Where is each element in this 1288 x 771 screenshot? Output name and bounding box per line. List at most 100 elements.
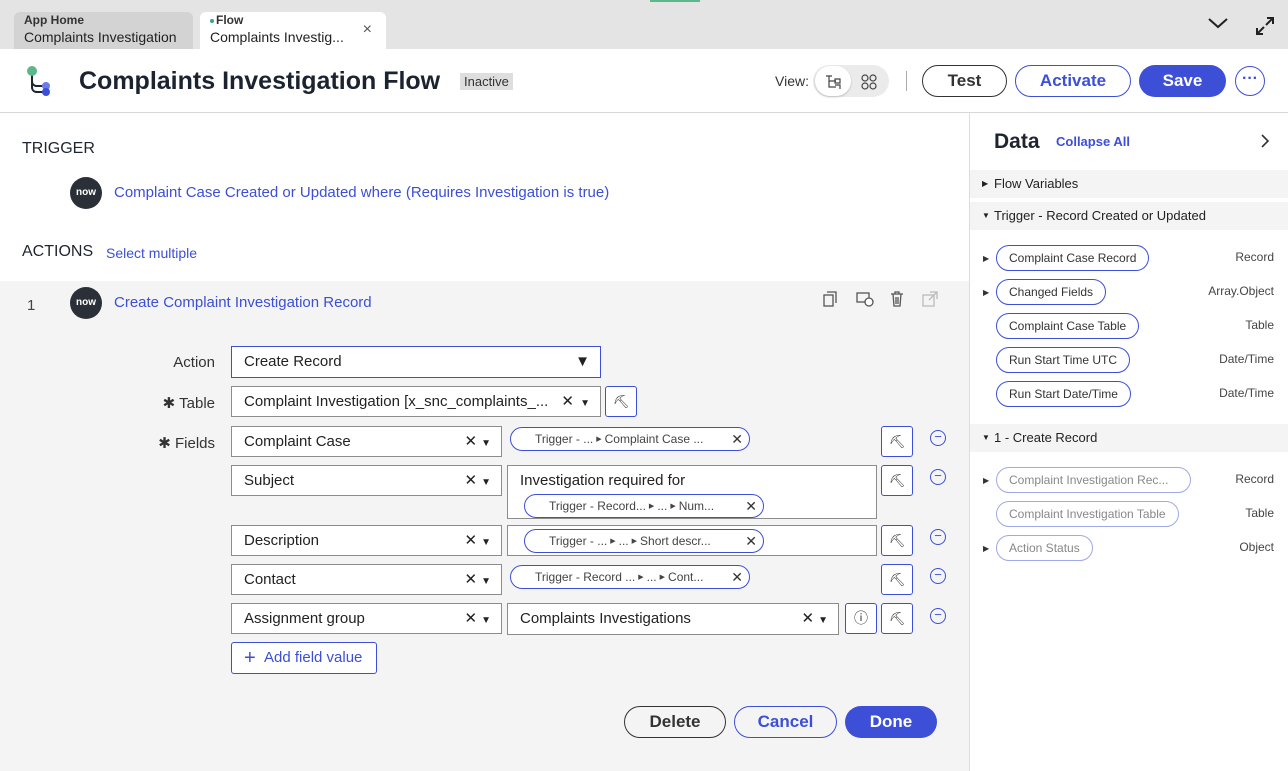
caret-down-icon: ▼ [982,211,990,220]
data-pill-picker-button[interactable]: ⛏ [605,386,637,417]
table-select[interactable]: Complaint Investigation [x_snc_complaint… [231,386,601,417]
table-value: Complaint Investigation [x_snc_complaint… [244,393,549,410]
step-title-link[interactable]: Create Complaint Investigation Record [114,294,372,311]
tree-view-icon[interactable] [815,66,851,96]
fields-label: ✱ Fields [158,435,215,452]
caret-right-icon[interactable]: ▶ [983,288,989,297]
remove-pill-icon[interactable]: ✕ [731,428,743,450]
remove-pill-icon[interactable]: ✕ [745,495,757,517]
pill-segment: ... [618,534,629,548]
view-toggle[interactable] [813,65,889,97]
assignment-group-select[interactable]: Complaints Investigations ✕ ▼ [507,603,839,635]
data-pill[interactable]: Trigger - ... ▶ Complaint Case ... ✕ [510,427,750,451]
clear-caret-icons[interactable]: ✕ ▼ [465,604,491,635]
tab-title: Flow [210,13,376,28]
field-name: Complaint Case [244,433,351,450]
remove-row-icon[interactable]: − [930,430,946,446]
data-pill-investigation-table[interactable]: Complaint Investigation Table [996,501,1179,527]
add-field-value-button[interactable]: + Add field value [231,642,377,674]
data-pill-picker-button[interactable]: ⛏ [881,603,913,634]
data-pill-picker-button[interactable]: ⛏ [881,564,913,595]
data-pill-complaint-case-record[interactable]: Complaint Case Record [996,245,1150,271]
action-label: Action [173,354,215,371]
tab-subtitle: Complaints Investig... [210,29,344,45]
data-pill-picker-button[interactable]: ⛏ [881,525,913,556]
table-label: ✱ Table [162,395,215,412]
clear-caret-icons[interactable]: ✕ ▼ [465,466,491,497]
field-name-select[interactable]: Complaint Case ✕ ▼ [231,426,502,457]
data-pill-changed-fields[interactable]: Changed Fields [996,279,1107,305]
clear-caret-icons[interactable]: ✕ ▼ [465,526,491,557]
save-button[interactable]: Save [1139,65,1226,97]
data-type: Date/Time [1219,352,1274,366]
data-pill[interactable]: Trigger - Record... ▶... ▶ Num... ✕ [524,494,764,518]
caret-down-icon[interactable]: ▼ [576,387,590,418]
activate-button[interactable]: Activate [1015,65,1131,97]
field-name-select[interactable]: Subject ✕ ▼ [231,465,502,496]
field-name-select[interactable]: Assignment group ✕ ▼ [231,603,502,634]
test-button[interactable]: Test [922,65,1007,97]
data-pill[interactable]: Trigger - ... ▶... ▶ Short descr... ✕ [524,529,764,553]
field-name-select[interactable]: Contact ✕ ▼ [231,564,502,595]
tab-flow[interactable]: Flow Complaints Investig... × [200,12,386,49]
data-panel-title: Data [994,130,1040,153]
open-external-icon [922,291,938,310]
subject-text: Investigation required for [520,472,686,489]
annotation-icon[interactable] [856,291,874,310]
group-create-record[interactable]: ▼ 1 - Create Record [970,424,1288,452]
cancel-button[interactable]: Cancel [734,706,837,738]
info-icon[interactable]: ⓘ [845,603,877,634]
flow-header: Complaints Investigation Flow Inactive V… [0,49,1288,113]
arrow-right-icon: ▶ [670,502,676,510]
data-pill-run-start-date-time[interactable]: Run Start Date/Time [996,381,1131,407]
clear-caret-icons[interactable]: ✕ ▼ [465,565,491,596]
data-pill-investigation-record[interactable]: Complaint Investigation Rec... [996,467,1191,493]
pill-segment: Trigger - Record ... [535,570,636,584]
remove-row-icon[interactable]: − [930,529,946,545]
caret-right-icon[interactable]: ▶ [983,254,989,263]
close-icon[interactable]: × [363,21,372,39]
more-options-button[interactable]: ··· [1235,66,1265,96]
data-pill[interactable]: Trigger - Record ... ▶... ▶ Cont... ✕ [510,565,750,589]
delete-button[interactable]: Delete [624,706,726,738]
copy-icon[interactable] [823,291,837,310]
trash-icon[interactable] [890,291,904,310]
trigger-description-link[interactable]: Complaint Case Created or Updated where … [114,184,609,201]
data-pill-action-status[interactable]: Action Status [996,535,1093,561]
caret-down-icon: ▼ [575,353,590,370]
description-input[interactable]: Trigger - ... ▶... ▶ Short descr... ✕ [507,525,877,556]
data-pill-picker-button[interactable]: ⛏ [881,465,913,496]
clear-icon[interactable]: ✕ [561,387,574,416]
chevron-right-icon[interactable] [1260,133,1270,154]
remove-row-icon[interactable]: − [930,568,946,584]
group-trigger[interactable]: ▼ Trigger - Record Created or Updated [970,202,1288,230]
action-select[interactable]: Create Record ▼ [231,346,601,378]
remove-pill-icon[interactable]: ✕ [731,566,743,588]
data-pill-run-start-time-utc[interactable]: Run Start Time UTC [996,347,1131,373]
caret-right-icon[interactable]: ▶ [983,476,989,485]
data-pill-complaint-case-table[interactable]: Complaint Case Table [996,313,1140,339]
data-type: Table [1245,318,1274,332]
diagram-view-icon[interactable] [851,66,887,96]
done-button[interactable]: Done [845,706,937,738]
tab-subtitle: Complaints Investigation [24,29,177,45]
clear-caret-icons[interactable]: ✕ ▼ [802,604,828,635]
data-pill-picker-button[interactable]: ⛏ [881,426,913,457]
remove-pill-icon[interactable]: ✕ [745,530,757,552]
field-name-select[interactable]: Description ✕ ▼ [231,525,502,556]
assignment-group-value: Complaints Investigations [520,610,691,627]
tab-app-home[interactable]: App Home Complaints Investigation [14,12,193,49]
remove-row-icon[interactable]: − [930,469,946,485]
field-name: Assignment group [244,610,365,627]
subject-input[interactable]: Investigation required for Trigger - Rec… [507,465,877,519]
remove-row-icon[interactable]: − [930,608,946,624]
expand-icon[interactable] [1255,16,1275,41]
group-flow-variables[interactable]: ▶ Flow Variables [970,170,1288,198]
caret-right-icon[interactable]: ▶ [983,544,989,553]
chevron-down-icon[interactable] [1207,14,1229,35]
data-type: Table [1245,506,1274,520]
clear-caret-icons[interactable]: ✕ ▼ [465,427,491,458]
select-multiple-link[interactable]: Select multiple [106,245,197,261]
pill-segment: Short descr... [640,534,711,548]
collapse-all-link[interactable]: Collapse All [1056,134,1130,149]
